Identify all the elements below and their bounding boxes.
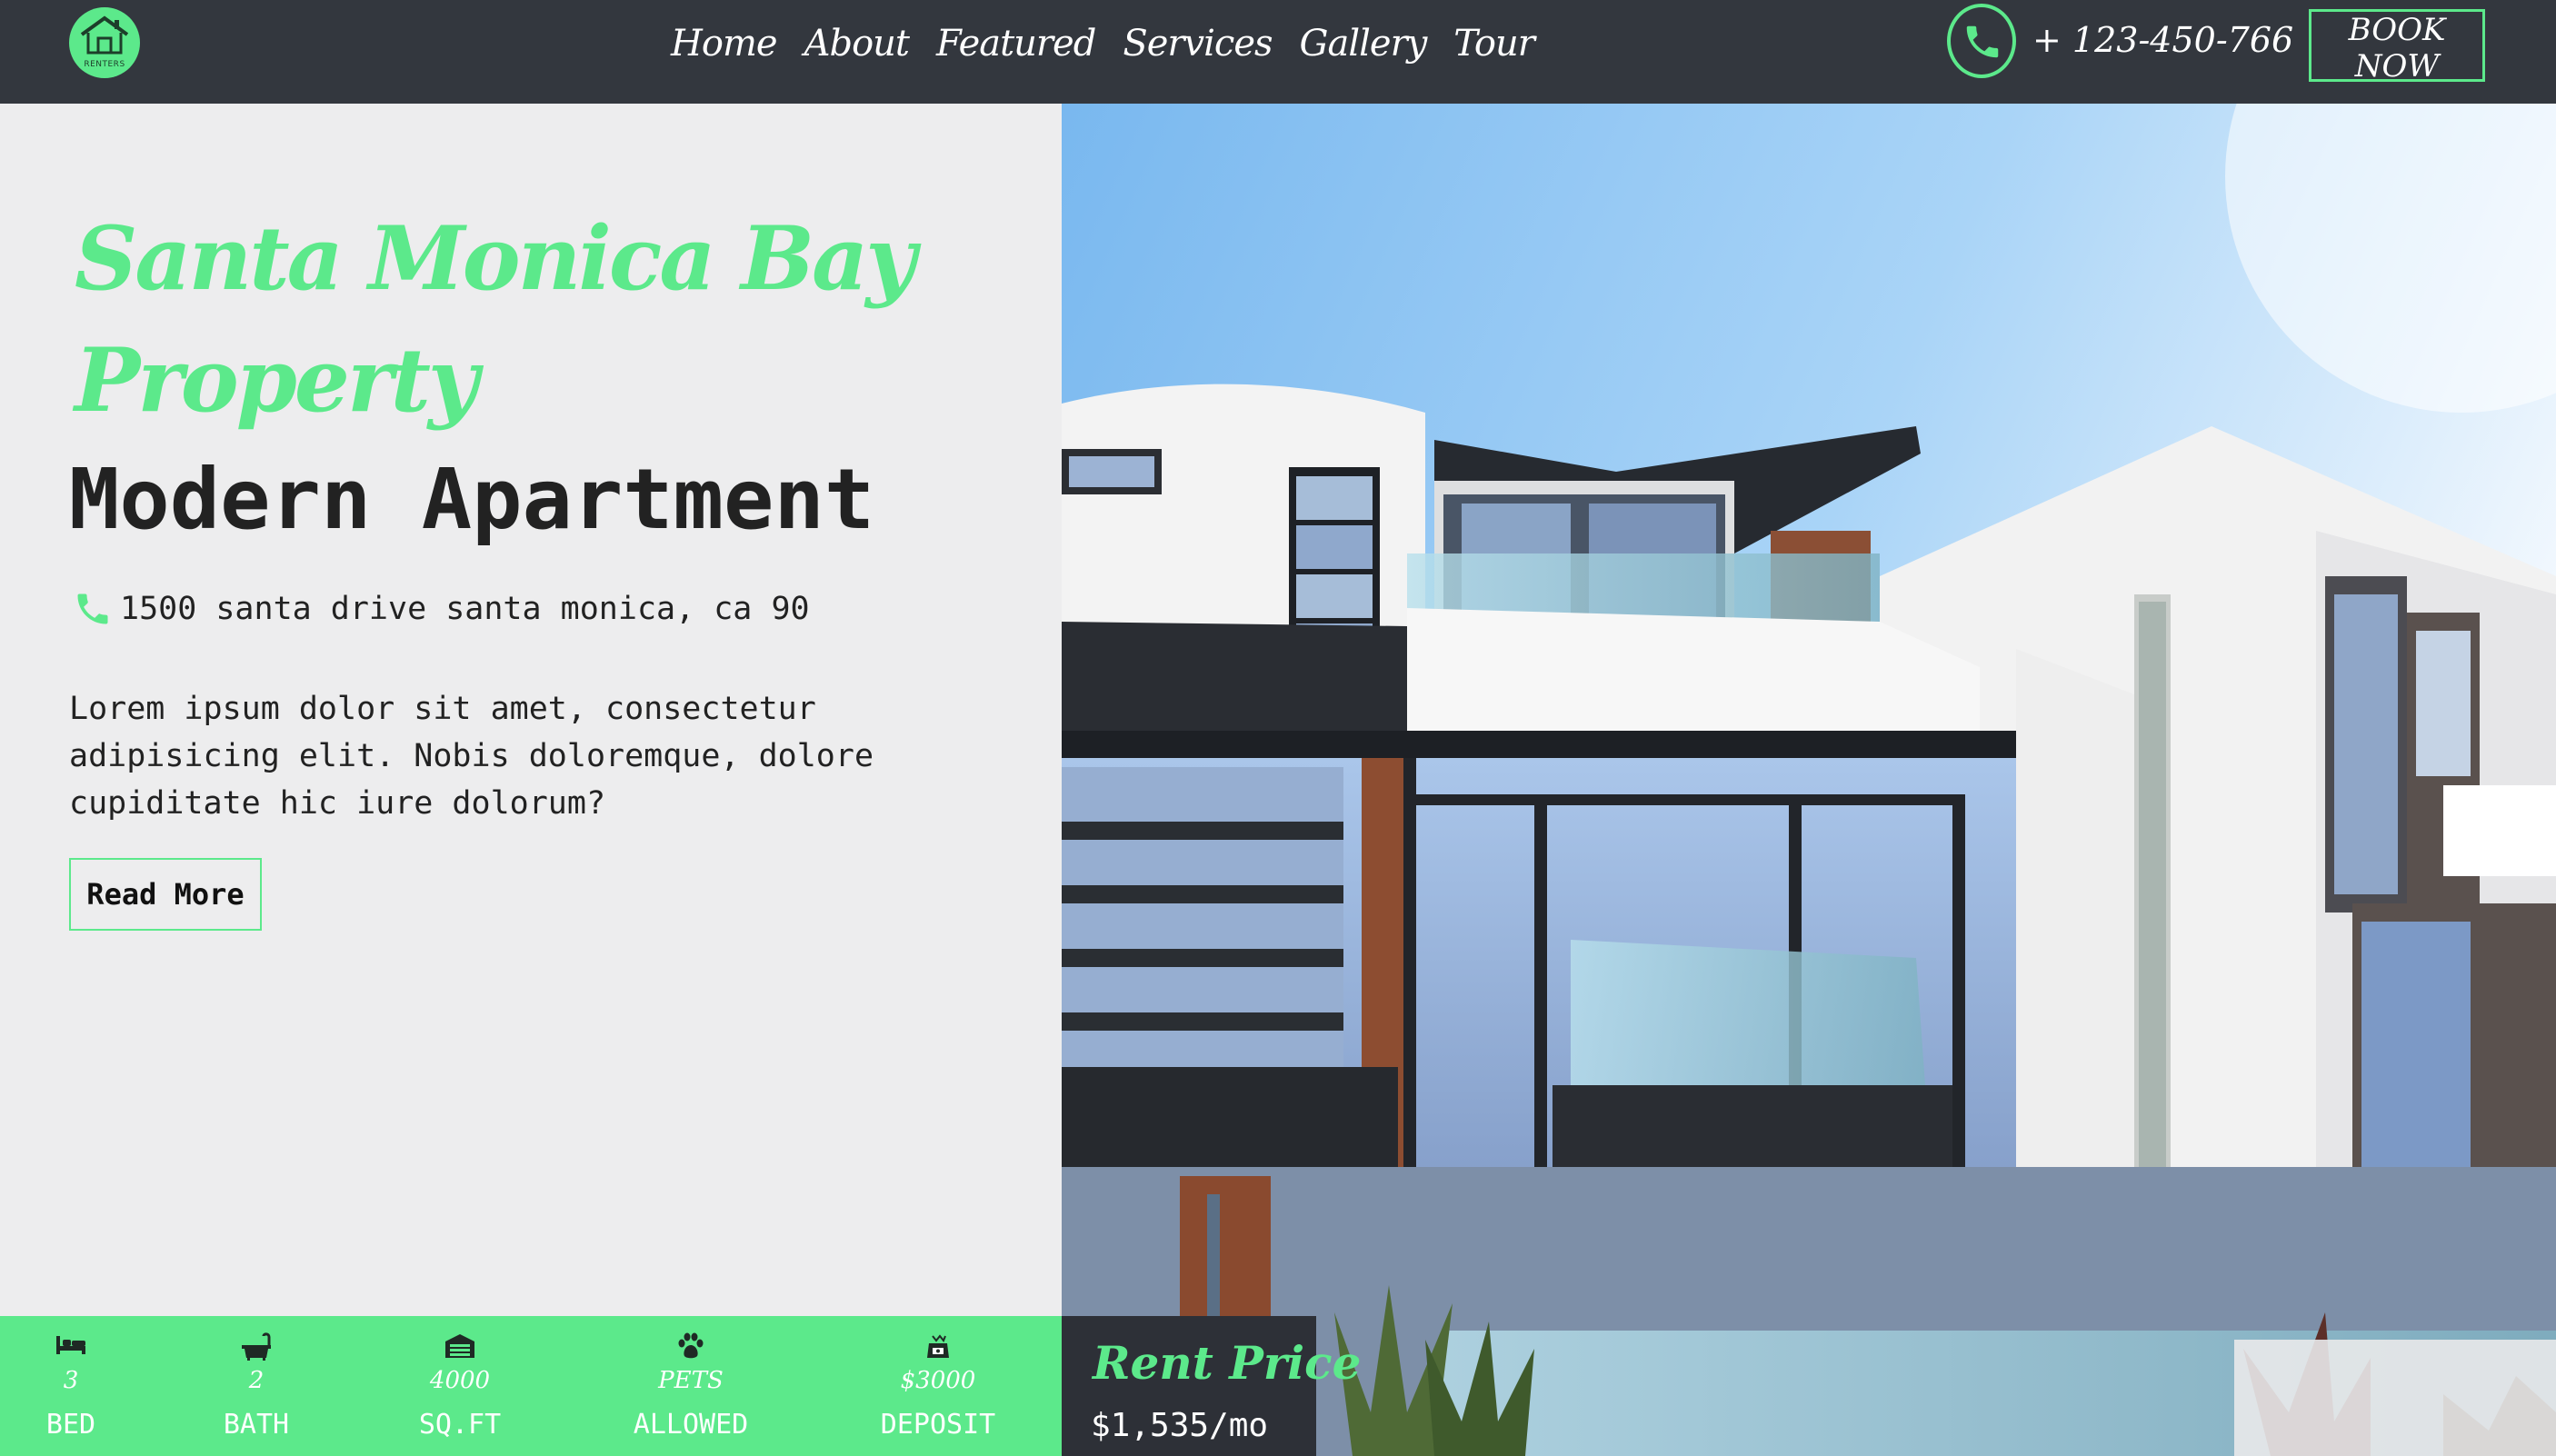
- feature-bar: 3 BED 2 BATH 4000 SQ.FT PETS ALLOWED $30…: [0, 1316, 1062, 1456]
- property-photo: [1062, 104, 2556, 1456]
- rent-price-value: $1,535/mo: [1091, 1407, 1269, 1444]
- phone-circle[interactable]: [1947, 4, 2016, 78]
- rent-price-box: Rent Price $1,535/mo: [1062, 1316, 1361, 1456]
- address-row: 1500 santa drive santa monica, ca 90: [73, 583, 810, 634]
- feature-pets: PETS ALLOWED: [618, 1316, 764, 1456]
- logo[interactable]: RENTERS: [69, 7, 140, 78]
- feature-label: BED: [45, 1409, 96, 1441]
- nav-link-tour[interactable]: Tour: [1453, 23, 1535, 65]
- address-text: 1500 santa drive santa monica, ca 90: [120, 591, 810, 627]
- feature-value: 4000: [429, 1367, 491, 1394]
- phone-icon: [77, 593, 108, 624]
- property-description: Lorem ipsum dolor sit amet, consectetur …: [69, 691, 874, 822]
- logo-text: RENTERS: [84, 60, 125, 69]
- nav-link-services[interactable]: Services: [1123, 23, 1273, 65]
- feature-value: PETS: [658, 1367, 724, 1394]
- feature-bath: 2 BATH: [211, 1316, 302, 1456]
- top-navbar: RENTERS Home About Featured Services Gal…: [0, 0, 2556, 104]
- feature-value: 3: [63, 1367, 79, 1394]
- hero-info-panel: Santa Monica Bay Property Modern Apartme…: [0, 104, 1062, 1316]
- phone-icon: [1966, 25, 1999, 58]
- main-nav: Home About Featured Services Gallery Tou…: [671, 16, 1535, 71]
- read-more-button[interactable]: Read More: [69, 858, 262, 931]
- feature-label: BATH: [223, 1409, 290, 1441]
- rent-price-label: Rent Price: [1093, 1336, 1362, 1390]
- feature-sqft: 4000 SQ.FT: [396, 1316, 524, 1456]
- feature-value: $3000: [900, 1367, 976, 1394]
- bed-icon: [56, 1336, 85, 1354]
- book-now-button[interactable]: BOOK NOW: [2309, 9, 2485, 85]
- nav-link-gallery[interactable]: Gallery: [1300, 23, 1428, 65]
- feature-deposit: $3000 DEPOSIT: [865, 1316, 1011, 1456]
- garage-icon: [445, 1334, 474, 1358]
- bathtub-icon: [242, 1332, 271, 1361]
- feature-label: SQ.FT: [418, 1409, 502, 1441]
- phone-number[interactable]: + 123-450-766: [2032, 20, 2293, 60]
- property-name: Santa Monica Bay Property: [75, 207, 916, 432]
- nav-link-home[interactable]: Home: [671, 23, 778, 65]
- nav-link-featured[interactable]: Featured: [936, 23, 1096, 65]
- page-title: Modern Apartment: [69, 451, 875, 548]
- nav-link-about[interactable]: About: [804, 23, 910, 65]
- feature-bed: 3 BED: [25, 1316, 116, 1456]
- feature-value: 2: [248, 1367, 265, 1394]
- paw-icon: [678, 1332, 704, 1359]
- feature-label: DEPOSIT: [880, 1409, 996, 1441]
- house-logo-icon: [80, 15, 129, 55]
- money-bag-icon: [927, 1334, 949, 1358]
- feature-label: ALLOWED: [633, 1409, 749, 1441]
